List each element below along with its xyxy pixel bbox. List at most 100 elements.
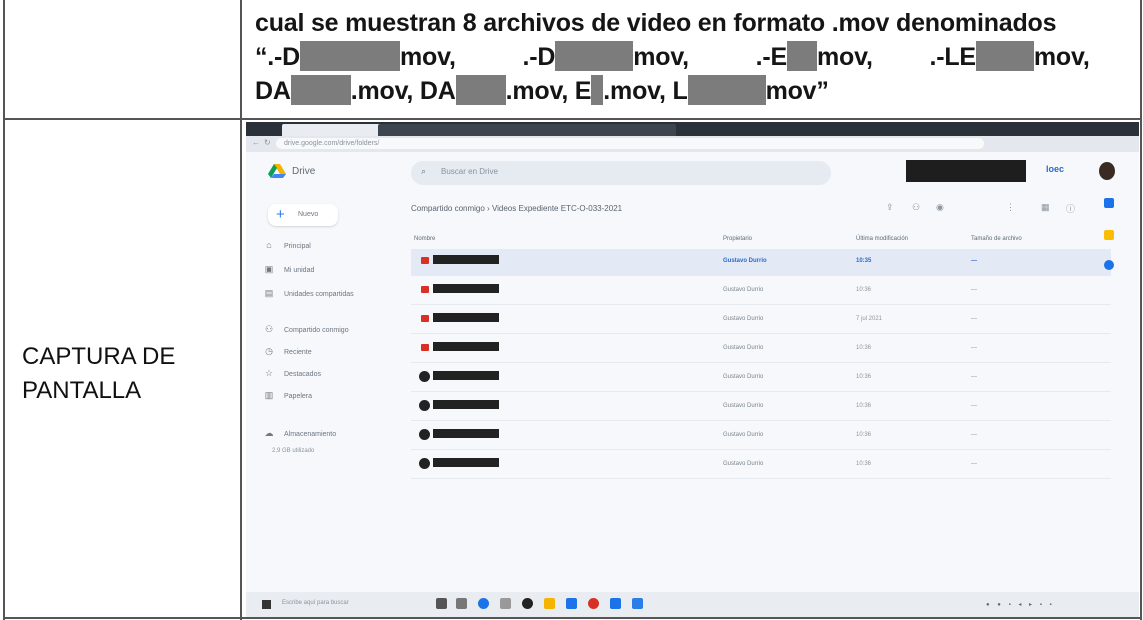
calendar-icon[interactable] xyxy=(1104,198,1114,208)
taskbar-app-icon[interactable] xyxy=(566,598,577,609)
description-line-2: “.-D mov, .-D mov, .-E mov, .-LE mov, xyxy=(255,40,1135,74)
screenshot-label: CAPTURA DE PANTALLA xyxy=(22,340,175,408)
taskbar-app-icon[interactable] xyxy=(610,598,621,609)
file-owner: Gustavo Durrio xyxy=(723,316,764,322)
tasks-icon[interactable] xyxy=(1104,260,1114,270)
taskbar-app-icon[interactable] xyxy=(522,598,533,609)
text-fragment: “.-D xyxy=(255,43,301,71)
windows-taskbar: Escribe aquí para buscar ● ● ▪ ◂ ▸ ▪ ▪ xyxy=(246,592,1139,617)
plus-icon: + xyxy=(276,206,285,223)
search-bar[interactable]: ⌕ Buscar en Drive xyxy=(411,161,831,185)
sidebar-item-shared-drives[interactable]: ▤ Unidades compartidas xyxy=(264,288,354,302)
table-row[interactable]: Gustavo Durrio 7 jul 2021 — xyxy=(411,307,1111,334)
browser-tab[interactable] xyxy=(524,124,676,136)
browser-tab[interactable] xyxy=(378,124,530,136)
breadcrumb-item[interactable]: Videos Expediente ETC-O-033-2021 xyxy=(492,204,622,213)
text-fragment: .mov, L xyxy=(603,77,688,105)
new-button[interactable]: + Nuevo xyxy=(268,204,338,226)
search-input[interactable]: Buscar en Drive xyxy=(441,167,498,176)
text-fragment: mov, xyxy=(1033,43,1090,71)
view-icon[interactable]: ◉ xyxy=(936,202,944,213)
taskbar-app-icon[interactable] xyxy=(588,598,599,609)
recent-icon: ◷ xyxy=(265,346,273,356)
system-tray[interactable]: ● ● ▪ ◂ ▸ ▪ ▪ xyxy=(986,601,1055,608)
more-icon[interactable]: ⋮ xyxy=(1006,202,1015,213)
sidebar-item-label: Papelera xyxy=(284,393,313,400)
table-row[interactable]: Gustavo Durrio 10:36 — xyxy=(411,394,1111,421)
home-icon: ⌂ xyxy=(266,240,272,250)
refresh-icon[interactable]: ↻ xyxy=(264,138,271,147)
taskbar-app-icon[interactable] xyxy=(632,598,643,609)
share-icon[interactable]: ⇪ xyxy=(886,202,894,213)
windows-start-icon[interactable] xyxy=(262,600,271,609)
table-border-left xyxy=(3,0,5,620)
browser-address-bar: ← ↻ drive.google.com/drive/folders/ xyxy=(246,136,1139,152)
redaction-box xyxy=(455,75,506,105)
sidebar-item-starred[interactable]: ☆ Destacados xyxy=(264,368,321,382)
column-header-size[interactable]: Tamaño de archivo xyxy=(971,236,1022,242)
redaction-box xyxy=(687,75,766,105)
column-header-owner[interactable]: Propietario xyxy=(723,236,752,242)
keep-icon[interactable] xyxy=(1104,230,1114,240)
grid-view-icon[interactable]: ▦ xyxy=(1041,202,1050,213)
add-person-icon[interactable]: ⚇ xyxy=(912,202,920,213)
sidebar-item-recent[interactable]: ◷ Reciente xyxy=(264,346,312,360)
redaction-box xyxy=(906,160,1026,182)
sidebar-item-storage[interactable]: ☁ Almacenamiento xyxy=(264,428,337,442)
redaction-box xyxy=(290,75,351,105)
redaction-box xyxy=(787,41,818,71)
redaction-box xyxy=(433,429,499,438)
video-file-icon xyxy=(421,286,429,293)
taskbar-app-icon[interactable] xyxy=(544,598,555,609)
table-row[interactable]: Gustavo Durrio 10:35 — xyxy=(411,249,1111,276)
file-owner: Gustavo Durrio xyxy=(723,403,764,409)
account-text[interactable]: loec xyxy=(1046,164,1064,174)
text-fragment: .-LE xyxy=(929,43,976,71)
text-fragment: mov, xyxy=(817,43,873,71)
file-owner: Gustavo Durrio xyxy=(723,432,764,438)
text-fragment: .mov, E xyxy=(505,77,592,105)
sidebar-item-my-drive[interactable]: ▣ Mi unidad xyxy=(264,264,315,278)
taskbar-app-icon[interactable] xyxy=(478,598,489,609)
redaction-box xyxy=(433,313,499,322)
redaction-box xyxy=(433,284,499,293)
avatar[interactable] xyxy=(1099,162,1115,180)
column-header-name[interactable]: Nombre xyxy=(414,236,435,242)
column-header-modified[interactable]: Última modificación xyxy=(856,236,908,242)
drive-app: Drive ⌕ Buscar en Drive loec + Nuevo ⌂ Pr… xyxy=(246,152,1139,592)
sidebar-item-label: Compartido conmigo xyxy=(284,327,349,334)
back-icon[interactable]: ← xyxy=(252,138,260,147)
table-row[interactable]: Gustavo Durrio 10:36 — xyxy=(411,423,1111,450)
text-fragment: DA xyxy=(255,77,291,105)
sidebar-item-label: Almacenamiento xyxy=(284,431,337,438)
sidebar-item-trash[interactable]: ▥ Papelera xyxy=(264,390,312,404)
file-size: — xyxy=(971,316,977,322)
label-line-2: PANTALLA xyxy=(22,377,142,404)
file-modified: 7 jul 2021 xyxy=(856,316,883,322)
redaction-box xyxy=(433,255,499,264)
file-owner: Gustavo Durrio xyxy=(723,287,764,293)
table-row[interactable]: Gustavo Durrio 10:36 — xyxy=(411,278,1111,305)
quicktime-file-icon xyxy=(419,400,430,411)
info-icon[interactable]: ⓘ xyxy=(1066,202,1075,215)
taskbar-search[interactable]: Escribe aquí para buscar xyxy=(282,600,349,606)
taskbar-app-icon[interactable] xyxy=(500,598,511,609)
url-field[interactable]: drive.google.com/drive/folders/ xyxy=(276,138,984,149)
sidebar-item-label: Mi unidad xyxy=(284,267,315,274)
table-row[interactable]: Gustavo Durrio 10:36 — xyxy=(411,365,1111,392)
taskbar-app-icon[interactable] xyxy=(456,598,467,609)
video-file-icon xyxy=(421,315,429,322)
table-row-separator xyxy=(3,118,1142,120)
taskbar-app-icon[interactable] xyxy=(436,598,447,609)
file-modified: 10:36 xyxy=(856,287,872,293)
table-row[interactable]: Gustavo Durrio 10:36 — xyxy=(411,452,1111,479)
file-owner: Gustavo Durrio xyxy=(723,258,767,264)
shared-icon: ⚇ xyxy=(264,324,274,334)
breadcrumb-item[interactable]: Compartido conmigo xyxy=(411,204,485,213)
sidebar-item-shared-with-me[interactable]: ⚇ Compartido conmigo xyxy=(264,324,349,338)
table-row[interactable]: Gustavo Durrio 10:36 — xyxy=(411,336,1111,363)
redaction-box xyxy=(555,41,634,71)
browser-tab-active[interactable] xyxy=(282,124,384,136)
sidebar-item-home[interactable]: ⌂ Principal xyxy=(264,240,311,254)
description-text: cual se muestran 8 archivos de video en … xyxy=(255,6,1135,108)
